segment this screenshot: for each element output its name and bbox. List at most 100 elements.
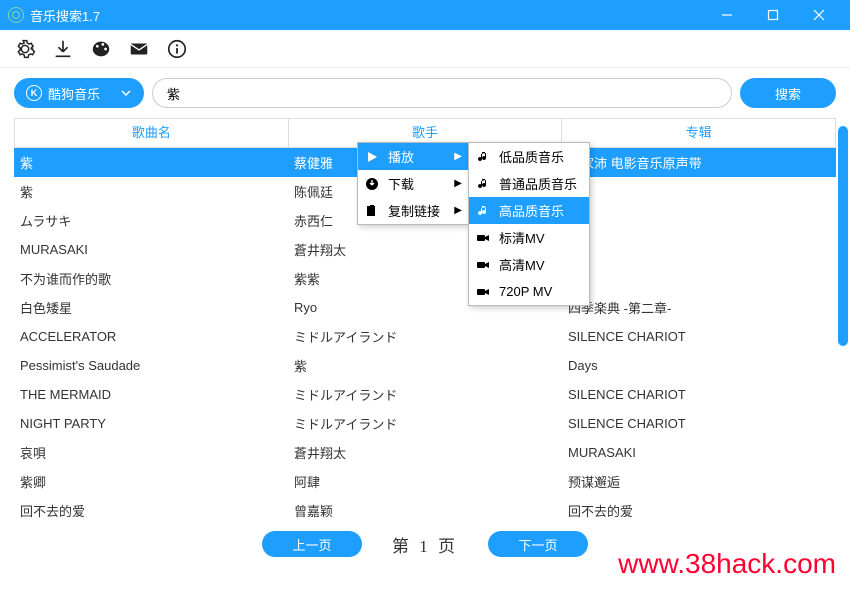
menu-item[interactable]: 高品质音乐 <box>469 197 589 224</box>
menu-item[interactable]: 低品质音乐 <box>469 143 589 170</box>
menu-label: 低品质音乐 <box>499 147 564 166</box>
cell-album: 傾家沛 电影音乐原声带 <box>562 153 836 172</box>
note-icon <box>475 204 491 218</box>
scrollbar[interactable] <box>838 118 848 538</box>
menu-label: 下载 <box>388 174 414 193</box>
titlebar: 音乐搜索1.7 <box>0 0 850 30</box>
table-row[interactable]: 紫卿阿肆预谋邂逅 <box>14 467 836 496</box>
source-icon: K <box>26 85 42 101</box>
cell-artist: ミドルアイランド <box>288 414 562 433</box>
download-icon[interactable] <box>52 38 74 60</box>
note-icon <box>475 150 491 164</box>
menu-item[interactable]: 复制链接 ▶ <box>358 197 468 224</box>
maximize-button[interactable] <box>750 0 796 30</box>
chevron-right-icon: ▶ <box>454 205 462 216</box>
table-row[interactable]: ACCELERATORミドルアイランドSILENCE CHARIOT <box>14 322 836 351</box>
toolbar <box>0 30 850 68</box>
cell-song: 回不去的爱 <box>14 501 288 520</box>
cell-artist: 阿肆 <box>288 472 562 491</box>
menu-item[interactable]: 普通品质音乐 <box>469 170 589 197</box>
video-icon <box>475 285 491 299</box>
cell-album: 四季楽典 -第二章- <box>562 298 836 317</box>
table-row[interactable]: 回不去的爱曾嘉颖回不去的爱 <box>14 496 836 525</box>
chevron-right-icon: ▶ <box>454 151 462 162</box>
settings-icon[interactable] <box>14 38 36 60</box>
cell-album: al <box>562 213 836 228</box>
cell-song: 紫卿 <box>14 472 288 491</box>
cell-artist: 紫 <box>288 356 562 375</box>
note-icon <box>475 177 491 191</box>
menu-label: 标清MV <box>499 228 545 247</box>
context-menu[interactable]: 播放 ▶ 下载 ▶ 复制链接 ▶ <box>357 142 469 225</box>
cell-artist: ミドルアイランド <box>288 385 562 404</box>
table-row[interactable]: THE MERMAIDミドルアイランドSILENCE CHARIOT <box>14 380 836 409</box>
menu-label: 播放 <box>388 147 414 166</box>
table-row[interactable]: 白色矮星Ryo四季楽典 -第二章- <box>14 293 836 322</box>
menu-label: 复制链接 <box>388 201 440 220</box>
info-icon[interactable] <box>166 38 188 60</box>
cell-song: 哀唄 <box>14 443 288 462</box>
table-row[interactable]: NIGHT PARTYミドルアイランドSILENCE CHARIOT <box>14 409 836 438</box>
source-dropdown[interactable]: K 酷狗音乐 <box>14 78 144 108</box>
context-submenu[interactable]: 低品质音乐普通品质音乐高品质音乐标清MV 高清MV 720P MV <box>468 142 590 306</box>
next-page-button[interactable]: 下一页 <box>488 531 588 557</box>
chevron-down-icon <box>120 87 132 99</box>
cell-song: MURASAKI <box>14 242 288 257</box>
cell-album: SILENCE CHARIOT <box>562 416 836 431</box>
menu-label: 普通品质音乐 <box>499 174 577 193</box>
cell-song: 紫 <box>14 153 288 172</box>
video-icon <box>475 258 491 272</box>
searchbar: K 酷狗音乐 搜索 <box>0 68 850 118</box>
table-row[interactable]: 哀唄蒼井翔太MURASAKI <box>14 438 836 467</box>
menu-item[interactable]: 下载 ▶ <box>358 170 468 197</box>
download-icon <box>364 177 380 191</box>
table-row[interactable]: Pessimist's Saudade紫Days <box>14 351 836 380</box>
cell-song: ムラサキ <box>14 211 288 230</box>
menu-item[interactable]: 播放 ▶ <box>358 143 468 170</box>
col-album[interactable]: 专辑 <box>562 118 835 148</box>
theme-icon[interactable] <box>90 38 112 60</box>
prev-page-button[interactable]: 上一页 <box>262 531 362 557</box>
cell-album: 曲 <box>562 182 836 201</box>
source-label: 酷狗音乐 <box>48 84 100 103</box>
cell-song: 不为谁而作的歌 <box>14 269 288 288</box>
col-song[interactable]: 歌曲名 <box>15 118 289 148</box>
cell-song: 紫 <box>14 182 288 201</box>
menu-label: 高清MV <box>499 255 545 274</box>
chevron-right-icon: ▶ <box>454 178 462 189</box>
table-row[interactable]: 不为谁而作的歌紫紫 <box>14 264 836 293</box>
cell-album: MURASAKI <box>562 445 836 460</box>
cell-song: ACCELERATOR <box>14 329 288 344</box>
minimize-button[interactable] <box>704 0 750 30</box>
page-info: 第 1 页 <box>392 532 458 557</box>
menu-label: 高品质音乐 <box>499 201 564 220</box>
cell-album: 预谋邂逅 <box>562 472 836 491</box>
menu-item[interactable]: 720P MV <box>469 278 589 305</box>
cell-song: THE MERMAID <box>14 387 288 402</box>
cell-song: Pessimist's Saudade <box>14 358 288 373</box>
scroll-thumb[interactable] <box>838 126 848 346</box>
table-row[interactable]: MURASAKI蒼井翔太 <box>14 235 836 264</box>
app-icon <box>8 7 24 23</box>
window-title: 音乐搜索1.7 <box>30 6 100 25</box>
close-button[interactable] <box>796 0 842 30</box>
cell-album: Days <box>562 358 836 373</box>
video-icon <box>475 231 491 245</box>
cell-album: SILENCE CHARIOT <box>562 329 836 344</box>
search-button[interactable]: 搜索 <box>740 78 836 108</box>
watermark: www.38hack.com <box>618 548 836 580</box>
cell-artist: 曾嘉颖 <box>288 501 562 520</box>
menu-item[interactable]: 标清MV <box>469 224 589 251</box>
copy-icon <box>364 204 380 218</box>
cell-album: SILENCE CHARIOT <box>562 387 836 402</box>
menu-item[interactable]: 高清MV <box>469 251 589 278</box>
cell-artist: 蒼井翔太 <box>288 443 562 462</box>
cell-song: NIGHT PARTY <box>14 416 288 431</box>
search-input[interactable] <box>152 78 732 108</box>
mail-icon[interactable] <box>128 38 150 60</box>
play-icon <box>364 150 380 164</box>
cell-album: 回不去的爱 <box>562 501 836 520</box>
menu-label: 720P MV <box>499 284 552 299</box>
cell-artist: ミドルアイランド <box>288 327 562 346</box>
cell-song: 白色矮星 <box>14 298 288 317</box>
